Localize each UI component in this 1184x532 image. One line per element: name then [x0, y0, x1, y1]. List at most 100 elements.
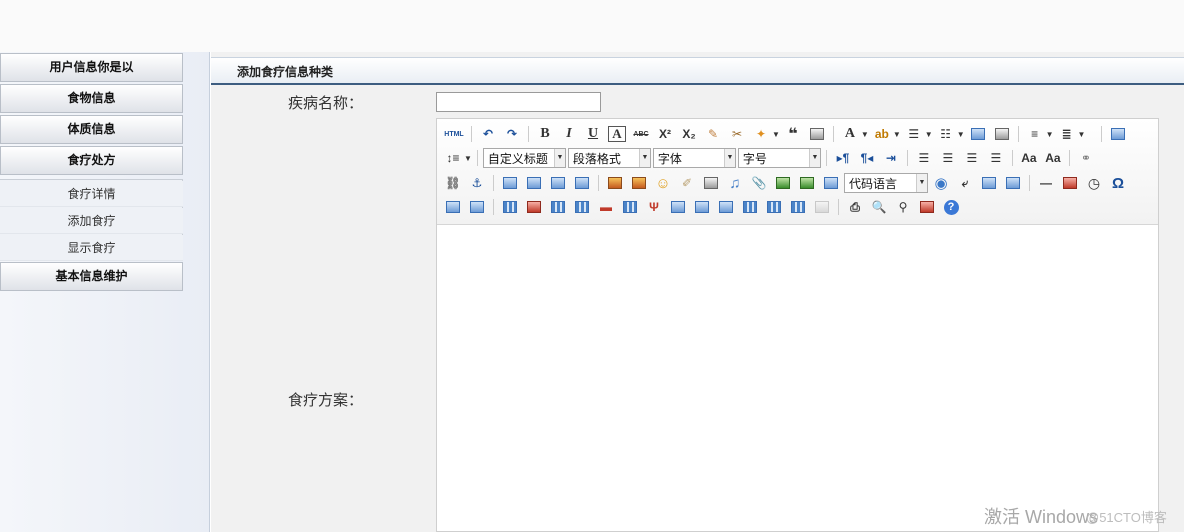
preview-icon[interactable]: 🔍 — [868, 197, 890, 217]
link-icon[interactable]: ⚭ — [1075, 148, 1097, 168]
menu-constitution-info[interactable]: 体质信息 — [0, 115, 183, 144]
emotion-icon[interactable]: ☺ — [652, 173, 674, 193]
strikethrough-button[interactable]: ABC — [630, 124, 652, 144]
align-center-icon[interactable]: ☰ — [937, 148, 959, 168]
merge-cells-icon[interactable] — [667, 197, 689, 217]
code-language-select[interactable]: 代码语言 ▼ — [844, 173, 928, 193]
italic-button[interactable]: I — [558, 124, 580, 144]
drafts-icon[interactable] — [916, 197, 938, 217]
clear-doc-icon[interactable] — [991, 124, 1013, 144]
forecolor-button[interactable]: A — [839, 124, 861, 144]
template-icon[interactable] — [978, 173, 1000, 193]
row-spacing-bottom-icon[interactable]: ≣ — [1056, 124, 1078, 144]
insert-image-icon[interactable] — [628, 173, 650, 193]
line-height-icon[interactable]: ↕≡ — [442, 148, 464, 168]
subscript-button[interactable]: X₂ — [678, 124, 700, 144]
horizontal-rule-icon[interactable]: — — [1035, 173, 1057, 193]
eraser-icon[interactable]: ✎ — [702, 124, 724, 144]
anchor-icon[interactable]: ⚓ — [466, 173, 488, 193]
disease-name-input[interactable] — [436, 92, 601, 112]
unordered-list-icon[interactable]: ☷ — [935, 124, 957, 144]
blockquote-button[interactable]: ❝ — [782, 124, 804, 144]
fontborder-button[interactable]: A — [606, 124, 628, 144]
paragraph-format-select[interactable]: 段落格式 ▼ — [567, 148, 651, 168]
wordimage-icon[interactable] — [442, 197, 464, 217]
delete-col-icon[interactable]: Ψ — [643, 197, 665, 217]
snapscreen-icon[interactable] — [466, 197, 488, 217]
chevron-down-icon[interactable]: ▼ — [893, 130, 901, 139]
insert-frame-icon[interactable] — [820, 173, 842, 193]
menu-basic-maintenance[interactable]: 基本信息维护 — [0, 262, 183, 291]
search-replace-icon[interactable]: ⚲ — [892, 197, 914, 217]
chevron-down-icon[interactable]: ▼ — [1078, 130, 1086, 139]
align-left-icon[interactable]: ☰ — [913, 148, 935, 168]
chevron-down-icon[interactable]: ▼ — [464, 154, 472, 163]
indent-icon[interactable]: ⇥ — [880, 148, 902, 168]
date-icon[interactable] — [1059, 173, 1081, 193]
image-none-icon[interactable] — [499, 173, 521, 193]
attachment-icon[interactable]: 📎 — [748, 173, 770, 193]
special-chars-button[interactable]: Ω — [1107, 173, 1129, 193]
time-icon[interactable]: ◷ — [1083, 173, 1105, 193]
chevron-down-icon[interactable]: ▼ — [957, 130, 965, 139]
image-right-icon[interactable] — [547, 173, 569, 193]
image-left-icon[interactable] — [523, 173, 545, 193]
align-right-icon[interactable]: ☰ — [961, 148, 983, 168]
simple-upload-icon[interactable] — [604, 173, 626, 193]
rtl-direction-icon[interactable]: ¶◂ — [856, 148, 878, 168]
map-icon[interactable] — [772, 173, 794, 193]
ltr-direction-icon[interactable]: ▸¶ — [832, 148, 854, 168]
chevron-down-icon[interactable]: ▼ — [772, 130, 780, 139]
custom-heading-select[interactable]: 自定义标题 ▼ — [482, 148, 566, 168]
submenu-item-show-diet[interactable]: 显示食疗 — [0, 235, 183, 261]
split-to-cols-icon[interactable] — [787, 197, 809, 217]
submenu-item-diet-details[interactable]: 食疗详情 — [0, 181, 183, 207]
font-family-select[interactable]: 字体 ▼ — [652, 148, 736, 168]
help-icon[interactable]: ? — [940, 197, 962, 217]
ordered-list-icon[interactable]: ☰ — [903, 124, 925, 144]
split-to-cells-icon[interactable] — [739, 197, 761, 217]
paste-plain-icon[interactable] — [806, 124, 828, 144]
delete-table-icon[interactable] — [523, 197, 545, 217]
to-uppercase-icon[interactable]: Aa — [1018, 148, 1040, 168]
delete-row-icon[interactable]: ▬ — [595, 197, 617, 217]
insert-table-icon[interactable] — [499, 197, 521, 217]
to-lowercase-icon[interactable]: Aa — [1042, 148, 1064, 168]
music-icon[interactable]: ♫ — [724, 173, 746, 193]
backcolor-icon[interactable]: ab — [871, 124, 893, 144]
background-icon[interactable] — [1002, 173, 1024, 193]
submenu-item-add-diet[interactable]: 添加食疗 — [0, 208, 183, 234]
html-source-button[interactable]: HTML — [442, 124, 466, 144]
webapp-icon[interactable]: ◉ — [930, 173, 952, 193]
google-map-icon[interactable] — [796, 173, 818, 193]
merge-down-icon[interactable] — [715, 197, 737, 217]
chevron-down-icon[interactable]: ▼ — [1046, 130, 1054, 139]
unlink-icon[interactable]: ⛓ — [442, 173, 464, 193]
align-justify-icon[interactable]: ☰ — [985, 148, 1007, 168]
insert-video-icon[interactable] — [700, 173, 722, 193]
pagebreak-icon[interactable]: ⤶ — [954, 173, 976, 193]
menu-food-info[interactable]: 食物信息 — [0, 84, 183, 113]
insert-paragraph-before-table-icon[interactable] — [547, 197, 569, 217]
row-spacing-top-icon[interactable]: ≡ — [1024, 124, 1046, 144]
autotypeset-icon[interactable]: ✦ — [750, 124, 772, 144]
chevron-down-icon[interactable]: ▼ — [925, 130, 933, 139]
font-size-select[interactable]: 字号 ▼ — [737, 148, 821, 168]
underline-button[interactable]: U — [582, 124, 604, 144]
editor-content-area[interactable] — [437, 226, 1158, 531]
print-icon[interactable]: ⎙ — [844, 197, 866, 217]
charts-icon[interactable] — [811, 197, 833, 217]
menu-user-info[interactable]: 用户信息你是以 — [0, 53, 183, 82]
bold-button[interactable]: B — [534, 124, 556, 144]
image-center-icon[interactable] — [571, 173, 593, 193]
insert-col-icon[interactable] — [619, 197, 641, 217]
select-all-icon[interactable] — [967, 124, 989, 144]
fullscreen-icon[interactable] — [1107, 124, 1129, 144]
split-to-rows-icon[interactable] — [763, 197, 785, 217]
superscript-button[interactable]: X² — [654, 124, 676, 144]
merge-right-icon[interactable] — [691, 197, 713, 217]
insert-row-icon[interactable] — [571, 197, 593, 217]
undo-icon[interactable]: ↶ — [477, 124, 499, 144]
format-brush-icon[interactable]: ✂ — [726, 124, 748, 144]
redo-icon[interactable]: ↷ — [501, 124, 523, 144]
